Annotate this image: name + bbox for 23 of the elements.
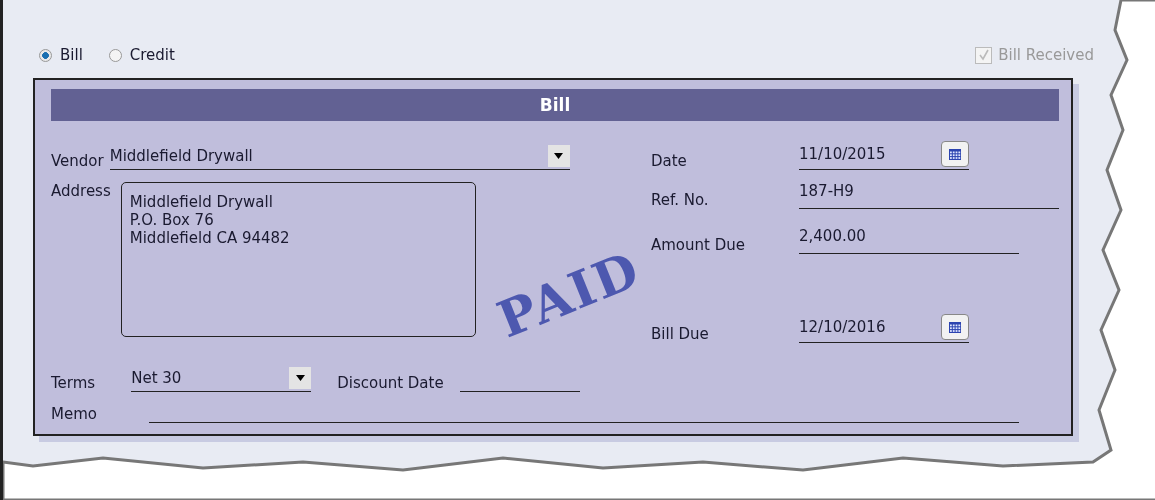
date-label: Date: [650, 152, 688, 170]
address-label: Address: [51, 182, 112, 202]
amount-due-label: Amount Due: [650, 236, 746, 254]
address-field[interactable]: Middlefield Drywall P.O. Box 76 Middlefield CA 94482: [120, 182, 476, 337]
type-radio[interactable]: Bill: [39, 46, 83, 64]
discount-date-label: Discount Date: [337, 374, 445, 392]
calendar-icon[interactable]: [941, 141, 969, 167]
terms-label: Terms: [51, 374, 97, 392]
bill-due-label: Bill Due: [650, 325, 710, 343]
bill-due-field[interactable]: 12/10/2016: [799, 312, 969, 343]
checkmark-icon: [977, 49, 990, 61]
ref-no-field[interactable]: 187-H9: [799, 182, 1059, 209]
form-header: Bill: [51, 89, 1059, 121]
ref-no-label: Ref. No.: [650, 191, 710, 209]
calendar-icon[interactable]: [941, 314, 969, 340]
date-field[interactable]: 11/10/2015: [799, 139, 969, 170]
type-radio[interactable]: Credit: [108, 46, 175, 64]
vendor-dropdown[interactable]: Middlefield Drywall: [109, 143, 570, 170]
paid-text: PAID: [489, 239, 649, 350]
vendor-label: Vendor: [51, 152, 105, 170]
amount-due-field[interactable]: 2,400.00: [799, 227, 1019, 254]
terms-dropdown[interactable]: Net 30: [131, 365, 312, 392]
memo-label: Memo: [51, 405, 98, 423]
